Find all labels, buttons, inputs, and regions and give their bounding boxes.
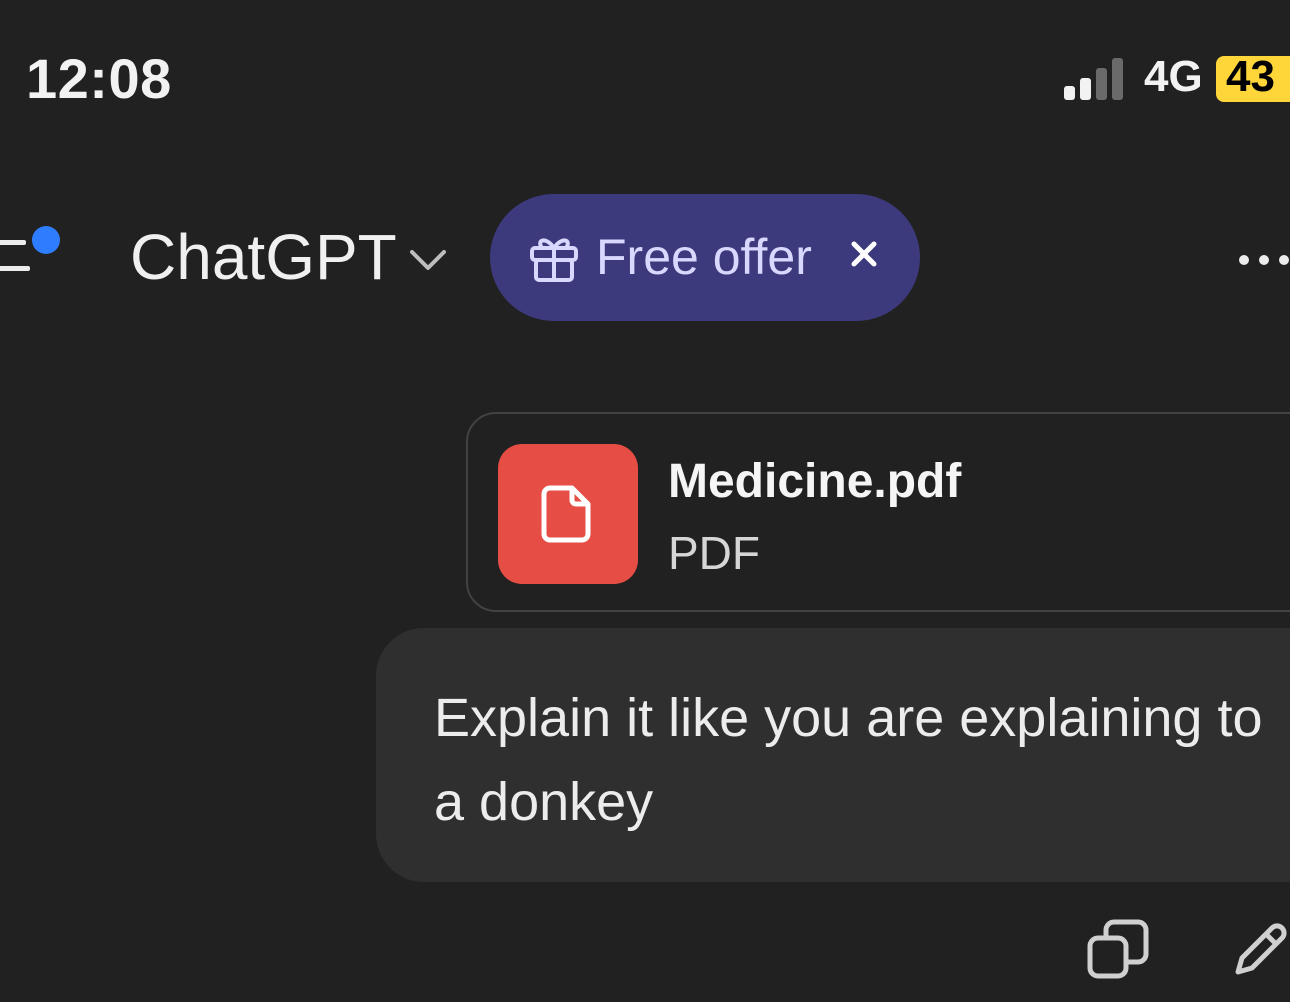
free-offer-pill[interactable]: Free offer: [490, 194, 920, 321]
signal-icon: [1064, 58, 1123, 100]
attachment-card[interactable]: Medicine.pdf PDF: [466, 412, 1290, 612]
document-icon: [541, 485, 591, 543]
more-icon[interactable]: [1236, 240, 1290, 280]
gift-icon: [530, 238, 578, 282]
battery-percentage: 43: [1226, 52, 1275, 101]
edit-icon[interactable]: [1228, 918, 1290, 982]
free-offer-label: Free offer: [596, 229, 812, 285]
chevron-down-icon[interactable]: [406, 240, 450, 280]
user-message-bubble: Explain it like you are explaining to a …: [376, 628, 1290, 882]
model-title[interactable]: ChatGPT: [130, 220, 397, 294]
notification-dot: [32, 226, 60, 254]
pdf-file-tile: [498, 444, 638, 584]
user-message-text: Explain it like you are explaining to a …: [434, 688, 1263, 832]
attachment-file-name: Medicine.pdf: [668, 455, 962, 508]
network-type: 4G: [1144, 52, 1203, 101]
copy-icon[interactable]: [1086, 918, 1150, 982]
attachment-file-type: PDF: [668, 527, 760, 579]
menu-icon[interactable]: [0, 226, 68, 286]
status-time: 12:08: [26, 47, 172, 110]
close-icon[interactable]: [844, 234, 884, 274]
